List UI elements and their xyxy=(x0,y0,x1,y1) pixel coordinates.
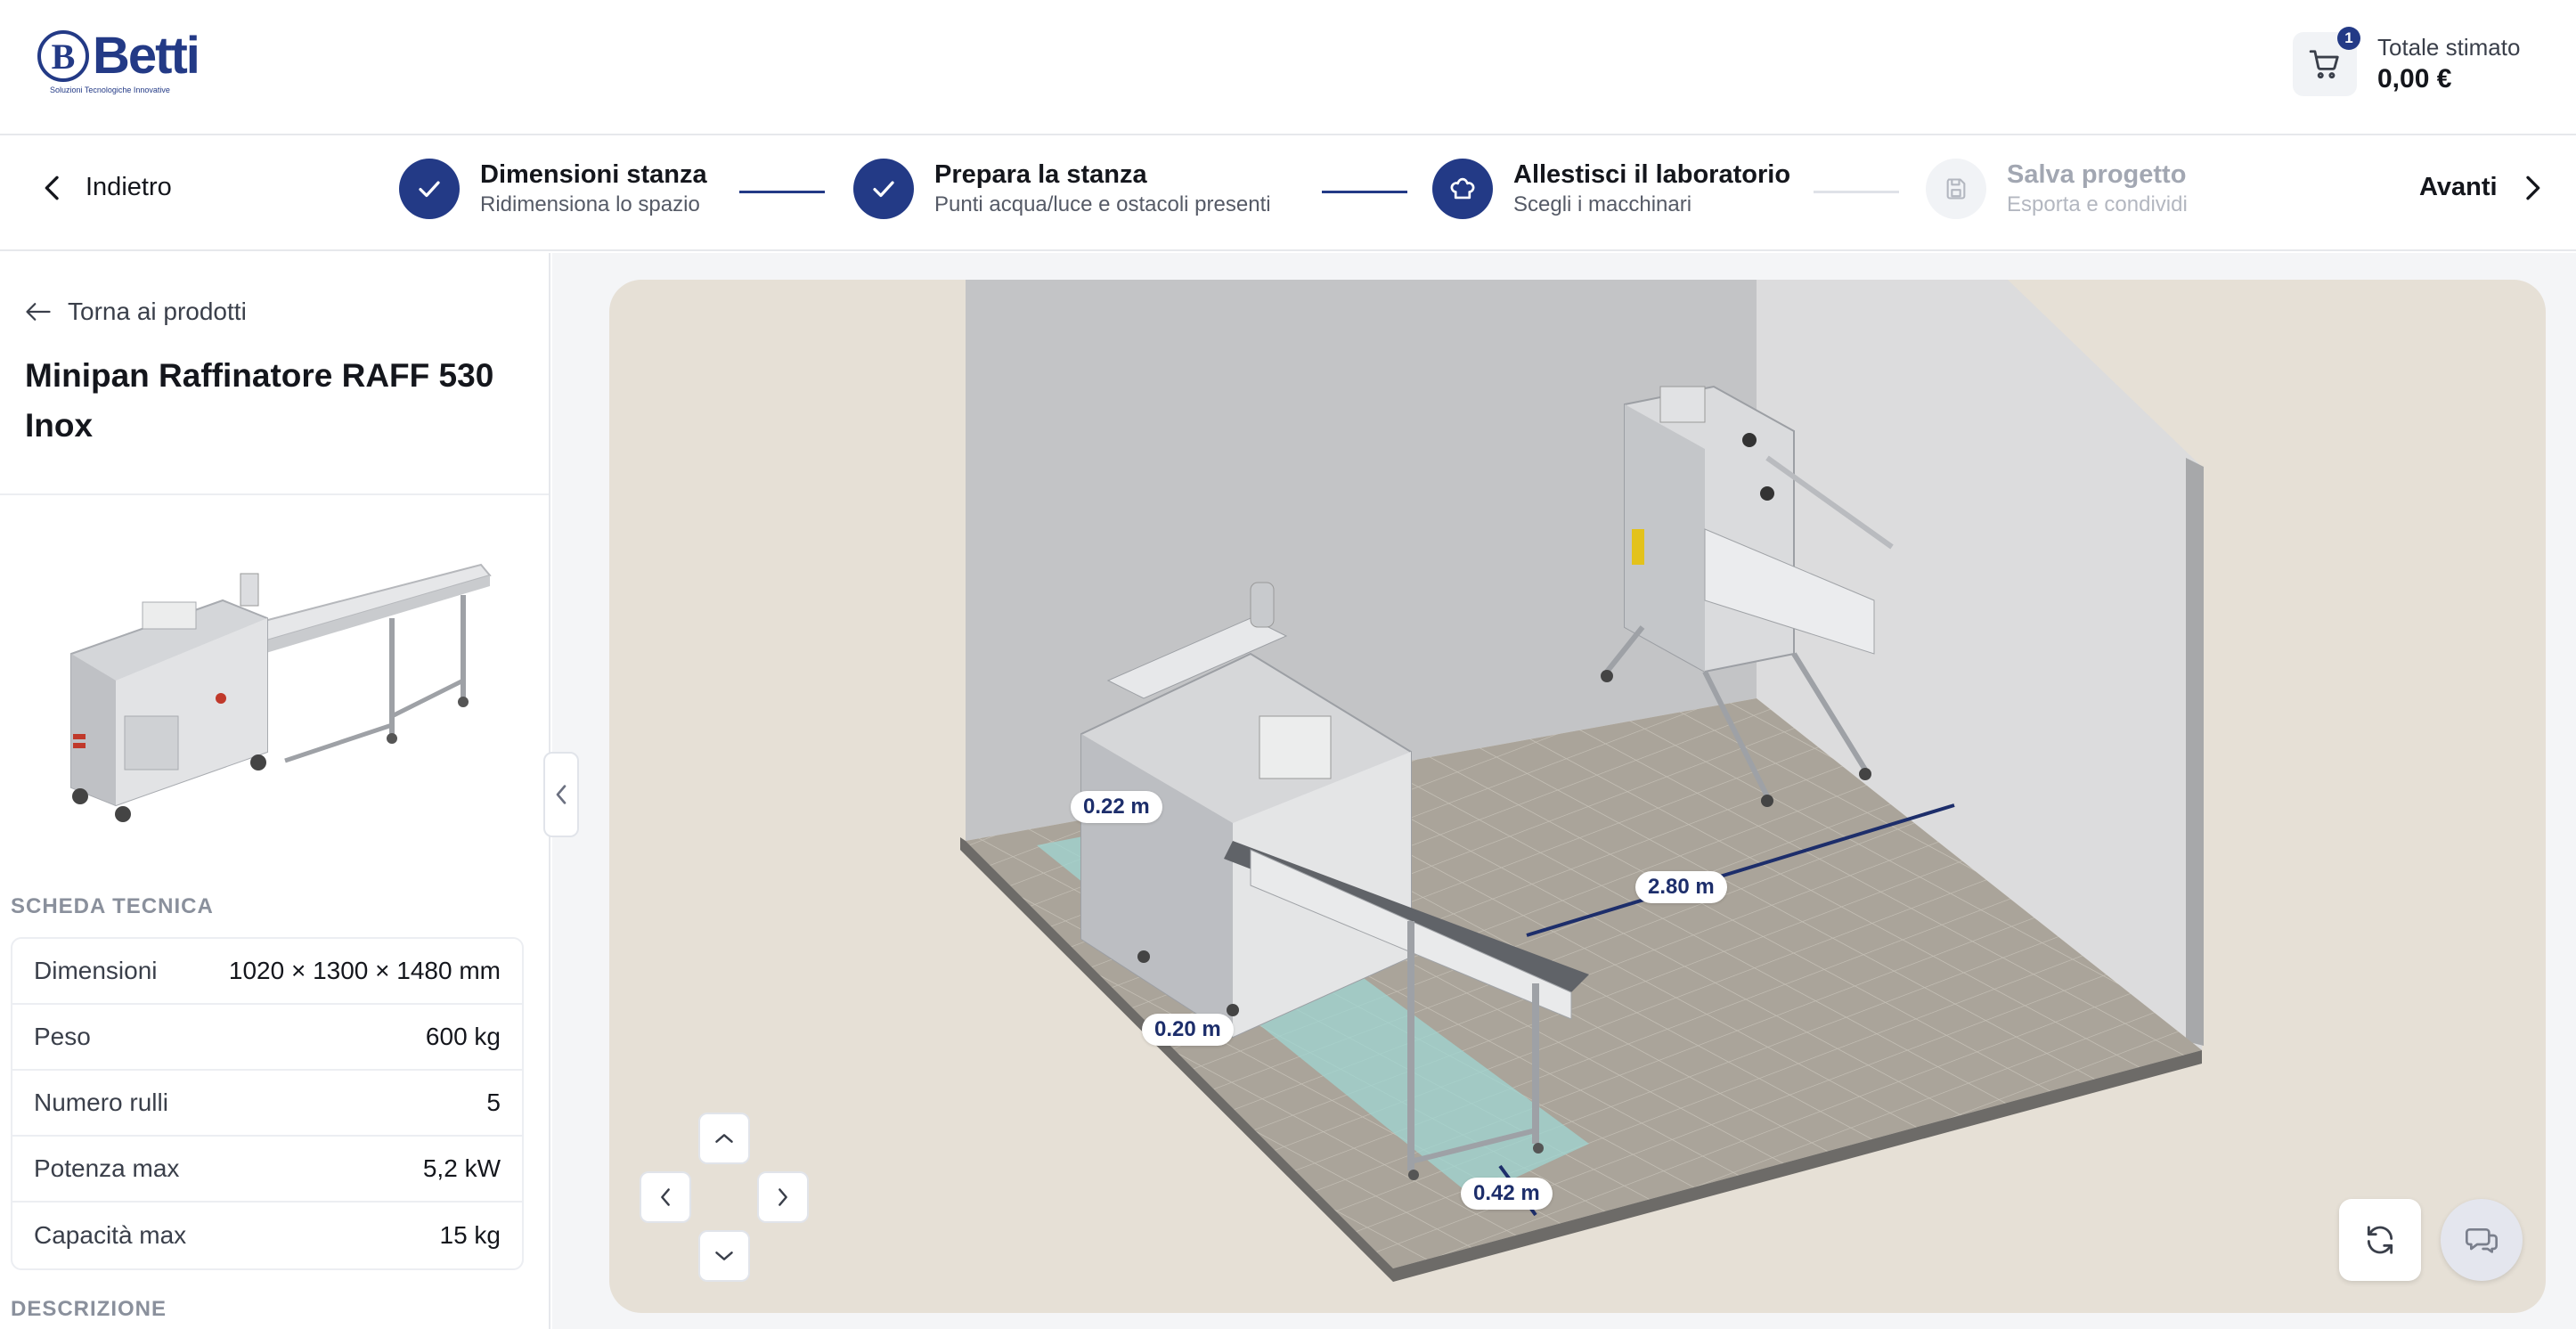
dimension-label-bottom-gap: 0.42 m xyxy=(1461,1178,1553,1210)
back-to-products-label: Torna ai prodotti xyxy=(68,298,247,325)
check-icon xyxy=(419,181,440,198)
logo-tagline: Soluzioni Tecnologiche Innovative xyxy=(50,86,170,94)
step-setup-lab[interactable]: Allestisci il laboratorio Scegli i macch… xyxy=(1432,159,1790,219)
next-label: Avanti xyxy=(2419,173,2498,201)
chef-hat-icon xyxy=(1450,177,1475,200)
chevron-right-icon xyxy=(2525,175,2539,200)
back-label: Indietro xyxy=(86,173,172,201)
step-2-subtitle: Punti acqua/luce e ostacoli presenti xyxy=(934,192,1271,216)
camera-right-button[interactable] xyxy=(757,1171,809,1223)
total-label: Totale stimato xyxy=(2377,34,2521,61)
arrow-left-icon xyxy=(26,303,51,321)
dimension-label-room-width: 2.80 m xyxy=(1635,871,1727,903)
step-connector-1 xyxy=(739,191,825,193)
spec-row-dimensions: Dimensioni 1020 × 1300 × 1480 mm xyxy=(12,939,522,1005)
reset-view-button[interactable] xyxy=(2339,1199,2421,1281)
step-4-title: Salva progetto xyxy=(2007,160,2187,189)
betti-logo[interactable]: B Betti Soluzioni Tecnologiche Innovativ… xyxy=(37,27,200,94)
spec-value: 15 kg xyxy=(439,1221,501,1249)
logo-mark-icon: B xyxy=(37,30,89,82)
chevron-down-icon xyxy=(715,1252,733,1260)
next-button[interactable]: Avanti xyxy=(2419,173,2542,202)
spec-row-weight: Peso 600 kg xyxy=(12,1005,522,1071)
chevron-up-icon xyxy=(715,1134,733,1143)
chevron-left-icon xyxy=(45,175,59,200)
room-scene[interactable] xyxy=(609,280,2546,1313)
spec-row-power: Potenza max 5,2 kW xyxy=(12,1137,522,1203)
step-connector-2 xyxy=(1322,191,1407,193)
step-1-subtitle: Ridimensiona lo spazio xyxy=(480,192,700,216)
spec-value: 1020 × 1300 × 1480 mm xyxy=(228,957,501,984)
camera-up-button[interactable] xyxy=(698,1113,750,1164)
step-save-project[interactable]: Salva progetto Esporta e condividi xyxy=(1926,159,2188,219)
product-title: Minipan Raffinatore RAFF 530 Inox xyxy=(25,357,494,444)
spec-value: 600 kg xyxy=(425,1023,501,1050)
camera-left-button[interactable] xyxy=(640,1171,691,1223)
room-3d-viewport[interactable]: 0.22 m 2.80 m 0.20 m 0.42 m xyxy=(609,280,2546,1313)
spec-key: Potenza max xyxy=(34,1154,180,1182)
top-bar: B Betti Soluzioni Tecnologiche Innovativ… xyxy=(0,0,2576,135)
chevron-left-icon xyxy=(556,785,567,804)
dimension-label-left-gap: 0.22 m xyxy=(1071,791,1162,823)
chevron-right-icon xyxy=(779,1188,787,1206)
step-2-title: Prepara la stanza xyxy=(934,160,1147,189)
check-icon xyxy=(873,181,894,198)
dimension-label-front-gap: 0.20 m xyxy=(1142,1014,1234,1046)
step-connector-3 xyxy=(1814,191,1899,193)
step-1-title: Dimensioni stanza xyxy=(480,160,707,189)
save-icon xyxy=(1946,178,1966,200)
spec-key: Dimensioni xyxy=(34,957,158,984)
spec-value: 5 xyxy=(486,1088,501,1116)
spec-row-capacity: Capacità max 15 kg xyxy=(12,1203,522,1268)
step-2-circle xyxy=(853,159,914,219)
spec-row-rollers: Numero rulli 5 xyxy=(12,1071,522,1137)
step-3-title: Allestisci il laboratorio xyxy=(1513,160,1791,189)
step-4-subtitle: Esporta e condividi xyxy=(2007,192,2188,216)
step-3-circle xyxy=(1432,159,1493,219)
spec-heading: SCHEDA TECNICA xyxy=(11,894,214,918)
total-value: 0,00 € xyxy=(2377,64,2452,94)
refresh-icon xyxy=(2367,1226,2393,1254)
chat-button[interactable] xyxy=(2441,1199,2523,1281)
stepper-bar: Indietro Dimensioni stanza Ridimensiona … xyxy=(0,137,2576,251)
sidebar-divider xyxy=(0,493,549,495)
back-button[interactable]: Indietro xyxy=(43,173,172,202)
spec-key: Peso xyxy=(34,1023,91,1050)
main-area: 0.22 m 2.80 m 0.20 m 0.42 m xyxy=(552,253,2576,1329)
product-sidebar: Torna ai prodotti Minipan Raffinatore RA… xyxy=(0,253,550,1329)
spec-key: Capacità max xyxy=(34,1221,187,1249)
spec-value: 5,2 kW xyxy=(422,1154,501,1182)
chat-icon xyxy=(2466,1228,2498,1253)
spec-key: Numero rulli xyxy=(34,1088,168,1116)
step-4-circle xyxy=(1926,159,1986,219)
cart-count-badge: 1 xyxy=(2337,27,2360,50)
chevron-left-icon xyxy=(661,1188,670,1206)
step-3-subtitle: Scegli i macchinari xyxy=(1513,192,1692,216)
logo-text: Betti xyxy=(93,27,200,85)
back-to-products-link[interactable]: Torna ai prodotti xyxy=(25,298,247,326)
step-1-circle xyxy=(399,159,460,219)
spec-table: Dimensioni 1020 × 1300 × 1480 mm Peso 60… xyxy=(11,937,524,1270)
description-heading: DESCRIZIONE xyxy=(11,1297,167,1321)
step-room-dimensions[interactable]: Dimensioni stanza Ridimensiona lo spazio xyxy=(399,159,707,219)
step-prepare-room[interactable]: Prepara la stanza Punti acqua/luce e ost… xyxy=(853,159,1271,219)
sidebar-collapse-handle[interactable] xyxy=(543,752,579,837)
cart-icon xyxy=(2309,50,2339,79)
product-image xyxy=(70,563,492,822)
camera-down-button[interactable] xyxy=(698,1230,750,1282)
